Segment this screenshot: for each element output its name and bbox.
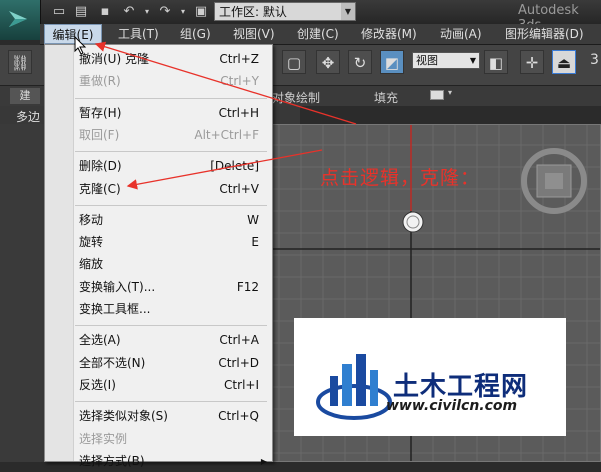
mouse-cursor-icon <box>74 36 87 55</box>
annotation-arrows <box>94 41 357 190</box>
